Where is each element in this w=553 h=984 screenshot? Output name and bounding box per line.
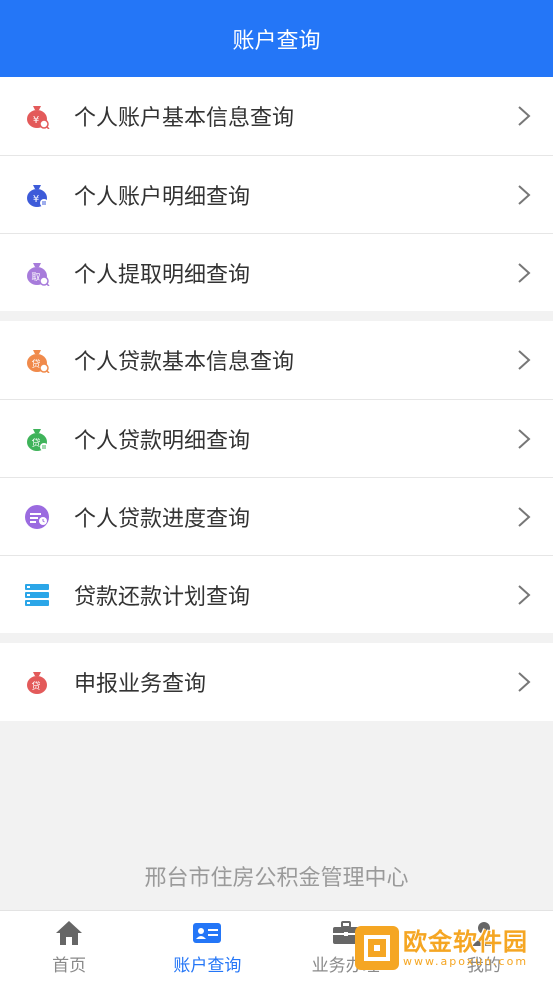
menu-group-loan: 贷 个人贷款基本信息查询 贷 个人贷款明细查询 个人贷款进度查询 贷款还款计划查…: [0, 321, 553, 633]
chevron-right-icon: [518, 672, 531, 692]
svg-text:贷: 贷: [31, 358, 40, 370]
svg-text:贷: 贷: [31, 437, 40, 449]
menu-item-loan-progress[interactable]: 个人贷款进度查询: [0, 477, 553, 555]
menu-item-loan-basic-info[interactable]: 贷 个人贷款基本信息查询: [0, 321, 553, 399]
money-bag-list-icon: ¥: [24, 182, 50, 208]
chevron-right-icon: [518, 184, 531, 205]
menu-item-label: 个人提取明细查询: [74, 262, 251, 288]
menu-item-account-detail[interactable]: ¥ 个人账户明细查询: [0, 155, 553, 233]
menu-item-account-basic-info[interactable]: ¥ 个人账户基本信息查询: [0, 77, 553, 155]
declare-bag-icon: 贷: [24, 669, 50, 695]
withdraw-bag-search-icon: 取: [24, 260, 50, 286]
chevron-right-icon: [518, 506, 531, 527]
app-header: 账户查询: [0, 0, 553, 77]
loan-bag-search-icon: 贷: [24, 347, 50, 373]
home-icon: [56, 921, 83, 945]
menu-item-loan-detail[interactable]: 贷 个人贷款明细查询: [0, 399, 553, 477]
menu-item-repayment-plan[interactable]: 贷款还款计划查询: [0, 555, 553, 633]
watermark-name: 欧金软件园: [403, 927, 528, 956]
menu-item-label: 申报业务查询: [74, 672, 207, 697]
svg-text:¥: ¥: [33, 115, 39, 126]
menu-item-label: 个人账户基本信息查询: [74, 106, 295, 131]
repayment-plan-icon: [24, 582, 50, 608]
menu-item-declare-query[interactable]: 贷 申报业务查询: [0, 643, 553, 721]
organization-name: 邢台市住房公积金管理中心: [144, 866, 409, 891]
chevron-right-icon: [518, 428, 531, 449]
menu-item-label: 个人账户明细查询: [74, 184, 251, 210]
id-card-icon: [193, 923, 222, 943]
chevron-right-icon: [518, 350, 531, 370]
chevron-right-icon: [518, 262, 531, 283]
menu-item-label: 贷款还款计划查询: [74, 584, 251, 610]
watermark-badge-icon: [355, 926, 399, 970]
menu-group-declare: 贷 申报业务查询: [0, 643, 553, 721]
svg-text:取: 取: [31, 272, 40, 283]
tab-account-query[interactable]: 账户查询: [138, 911, 276, 984]
menu-item-label: 个人贷款进度查询: [74, 506, 251, 532]
svg-text:¥: ¥: [33, 194, 39, 205]
tab-label: 首页: [52, 956, 87, 976]
chevron-right-icon: [518, 584, 531, 605]
menu-item-withdraw-detail[interactable]: 取 个人提取明细查询: [0, 233, 553, 311]
loan-bag-list-icon: 贷: [24, 426, 50, 452]
menu-group-account: ¥ 个人账户基本信息查询 ¥ 个人账户明细查询 取 个人提取明细查询: [0, 77, 553, 311]
chevron-right-icon: [518, 106, 531, 126]
watermark-url: www.apoxun.com: [403, 954, 529, 968]
tab-label: 账户查询: [173, 956, 242, 976]
money-bag-search-icon: ¥: [24, 103, 50, 129]
tab-home[interactable]: 首页: [0, 911, 138, 984]
menu-item-label: 个人贷款基本信息查询: [74, 350, 295, 375]
menu-item-label: 个人贷款明细查询: [74, 428, 251, 454]
loan-progress-icon: [24, 504, 50, 530]
page-title: 账户查询: [232, 28, 321, 54]
watermark-logo: 欧金软件园 www.apoxun.com: [355, 920, 547, 976]
svg-text:贷: 贷: [31, 680, 40, 692]
